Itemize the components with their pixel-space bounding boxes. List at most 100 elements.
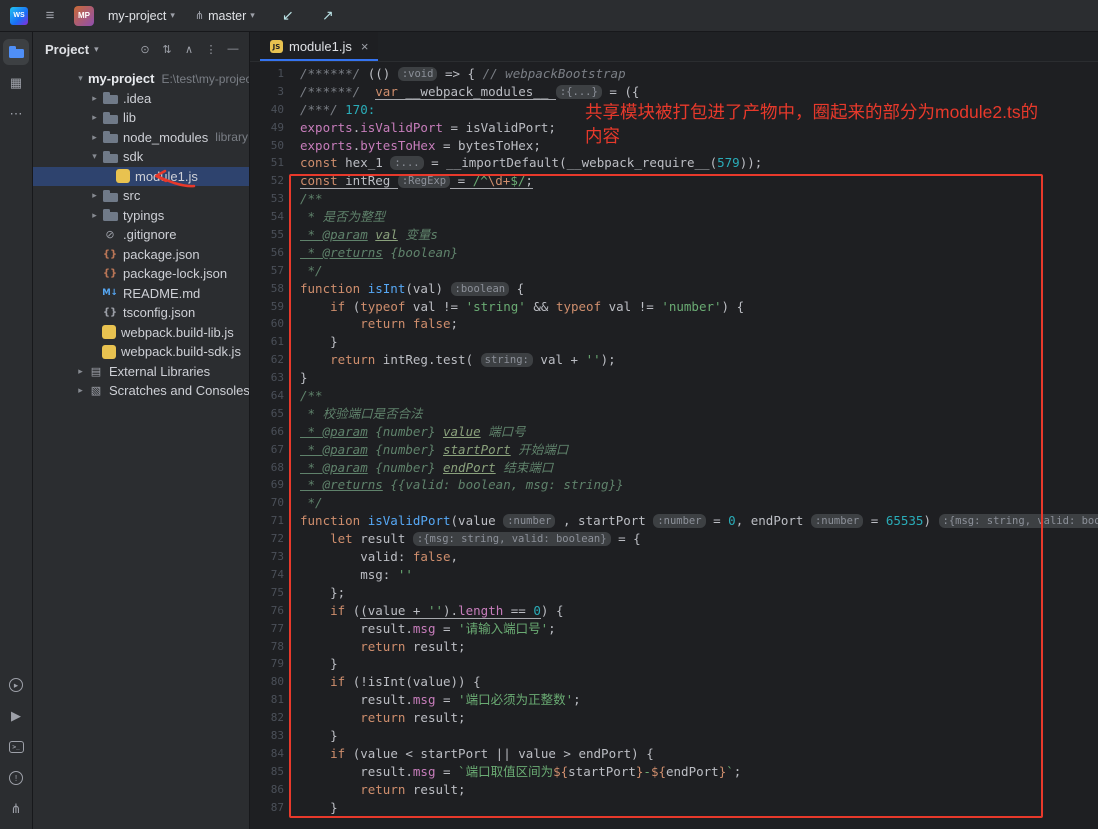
line-number[interactable]: 81	[250, 691, 284, 709]
line-number[interactable]: 56	[250, 244, 284, 262]
line-number[interactable]: 76	[250, 602, 284, 620]
code-line-74[interactable]: 74 msg: ''	[250, 566, 1098, 584]
line-number[interactable]: 82	[250, 709, 284, 727]
hide-panel-icon[interactable]: ―	[223, 39, 243, 59]
code-line-59[interactable]: 59 if (typeof val != 'string' && typeof …	[250, 298, 1098, 316]
code-line-62[interactable]: 62 return intReg.test( string: val + '')…	[250, 351, 1098, 369]
main-menu-icon[interactable]: ≡	[38, 7, 62, 24]
code-line-73[interactable]: 73 valid: false,	[250, 548, 1098, 566]
code-line-70[interactable]: 70 */	[250, 494, 1098, 512]
terminal-button[interactable]: >_	[3, 734, 29, 760]
line-number[interactable]: 67	[250, 441, 284, 459]
structure-button[interactable]: ▦	[3, 70, 29, 96]
code-line-87[interactable]: 87 }	[250, 799, 1098, 817]
chevron-right-icon[interactable]: ▸	[87, 93, 102, 104]
code-line-79[interactable]: 79 }	[250, 655, 1098, 673]
tree-item-module1-js[interactable]: module1.js	[33, 167, 249, 187]
code-line-85[interactable]: 85 result.msg = `端口取值区间为${startPort}-${e…	[250, 763, 1098, 781]
line-number[interactable]: 87	[250, 799, 284, 817]
code-line-61[interactable]: 61 }	[250, 333, 1098, 351]
code-line-72[interactable]: 72 let result :{msg: string, valid: bool…	[250, 530, 1098, 548]
line-number[interactable]: 73	[250, 548, 284, 566]
code-line-83[interactable]: 83 }	[250, 727, 1098, 745]
tree-item-src[interactable]: ▸src	[33, 186, 249, 206]
chevron-right-icon[interactable]: ▸	[87, 210, 102, 221]
problems-button[interactable]: !	[3, 765, 29, 791]
line-number[interactable]: 60	[250, 315, 284, 333]
code-line-60[interactable]: 60 return false;	[250, 315, 1098, 333]
line-number[interactable]: 78	[250, 638, 284, 656]
code-line-50[interactable]: 50exports.bytesToHex = bytesToHex;	[250, 137, 1098, 155]
line-number[interactable]: 71	[250, 512, 284, 530]
code-line-1[interactable]: 1/******/ (() :void => { // webpackBoots…	[250, 65, 1098, 83]
code-line-40[interactable]: 40/***/ 170:	[250, 101, 1098, 119]
line-number[interactable]: 49	[250, 119, 284, 137]
tree-item-package-json[interactable]: {}package.json	[33, 245, 249, 265]
code-line-77[interactable]: 77 result.msg = '请输入端口号';	[250, 620, 1098, 638]
line-number[interactable]: 50	[250, 137, 284, 155]
tree-item-my-project[interactable]: ▾my-projectE:\test\my-project	[33, 69, 249, 89]
line-number[interactable]: 64	[250, 387, 284, 405]
chevron-down-icon[interactable]: ▾	[73, 73, 88, 84]
collapse-all-icon[interactable]: ∧	[179, 39, 199, 59]
tree-item-package-lock-json[interactable]: {}package-lock.json	[33, 264, 249, 284]
line-number[interactable]: 54	[250, 208, 284, 226]
tree-item-webpack-build-lib-js[interactable]: webpack.build-lib.js	[33, 323, 249, 343]
code-line-81[interactable]: 81 result.msg = '端口必须为正整数';	[250, 691, 1098, 709]
code-line-63[interactable]: 63}	[250, 369, 1098, 387]
code-line-78[interactable]: 78 return result;	[250, 638, 1098, 656]
code-line-68[interactable]: 68 * @param {number} endPort 结束端口	[250, 459, 1098, 477]
line-number[interactable]: 70	[250, 494, 284, 512]
chevron-right-icon[interactable]: ▸	[73, 366, 88, 377]
code-line-71[interactable]: 71function isValidPort(value :number , s…	[250, 512, 1098, 530]
tree-item--gitignore[interactable]: ⊘.gitignore	[33, 225, 249, 245]
tree-item-sdk[interactable]: ▾sdk	[33, 147, 249, 167]
code-line-80[interactable]: 80 if (!isInt(value)) {	[250, 673, 1098, 691]
project-panel-title[interactable]: Project	[45, 42, 89, 57]
line-number[interactable]: 72	[250, 530, 284, 548]
services-button[interactable]: ▸	[3, 672, 29, 698]
options-icon[interactable]: ⋮	[201, 39, 221, 59]
code-line-69[interactable]: 69 * @returns {{valid: boolean, msg: str…	[250, 476, 1098, 494]
code-line-67[interactable]: 67 * @param {number} startPort 开始端口	[250, 441, 1098, 459]
tree-item-tsconfig-json[interactable]: {}tsconfig.json	[33, 303, 249, 323]
line-number[interactable]: 55	[250, 226, 284, 244]
tree-item-typings[interactable]: ▸typings	[33, 206, 249, 226]
code-line-66[interactable]: 66 * @param {number} value 端口号	[250, 423, 1098, 441]
line-number[interactable]: 68	[250, 459, 284, 477]
chevron-right-icon[interactable]: ▸	[87, 190, 102, 201]
code-line-56[interactable]: 56 * @returns {boolean}	[250, 244, 1098, 262]
expand-all-icon[interactable]: ⇅	[157, 39, 177, 59]
line-number[interactable]: 62	[250, 351, 284, 369]
line-number[interactable]: 58	[250, 280, 284, 298]
line-number[interactable]: 75	[250, 584, 284, 602]
code-line-55[interactable]: 55 * @param val 变量s	[250, 226, 1098, 244]
line-number[interactable]: 53	[250, 190, 284, 208]
line-number[interactable]: 3	[250, 83, 284, 101]
tree-item-readme-md[interactable]: M↓README.md	[33, 284, 249, 304]
update-project-icon[interactable]: ↙	[275, 7, 301, 24]
tree-item-webpack-build-sdk-js[interactable]: webpack.build-sdk.js	[33, 342, 249, 362]
line-number[interactable]: 63	[250, 369, 284, 387]
chevron-down-icon[interactable]: ▾	[87, 151, 102, 162]
line-number[interactable]: 74	[250, 566, 284, 584]
line-number[interactable]: 86	[250, 781, 284, 799]
line-number[interactable]: 85	[250, 763, 284, 781]
tree-item--idea[interactable]: ▸.idea	[33, 89, 249, 109]
tree-item-scratches-and-consoles[interactable]: ▸▧Scratches and Consoles	[33, 381, 249, 401]
code-line-86[interactable]: 86 return result;	[250, 781, 1098, 799]
code-line-3[interactable]: 3/******/ var __webpack_modules__ :{...}…	[250, 83, 1098, 101]
code-line-64[interactable]: 64/**	[250, 387, 1098, 405]
line-number[interactable]: 52	[250, 172, 284, 190]
more-tool-windows-button[interactable]: ⋯	[3, 101, 29, 127]
code-line-65[interactable]: 65 * 校验端口是否合法	[250, 405, 1098, 423]
share-arrow-icon[interactable]: ↗	[315, 7, 341, 24]
line-number[interactable]: 51	[250, 154, 284, 172]
code-line-49[interactable]: 49exports.isValidPort = isValidPort;	[250, 119, 1098, 137]
code-line-51[interactable]: 51const hex_1 :... = __importDefault(__w…	[250, 154, 1098, 172]
tree-item-node-modules[interactable]: ▸node_moduleslibrary root	[33, 128, 249, 148]
version-control-button[interactable]: ⋔	[3, 796, 29, 822]
tab-module1-js[interactable]: JS module1.js ×	[260, 32, 378, 61]
line-number[interactable]: 80	[250, 673, 284, 691]
close-tab-icon[interactable]: ×	[361, 39, 369, 54]
